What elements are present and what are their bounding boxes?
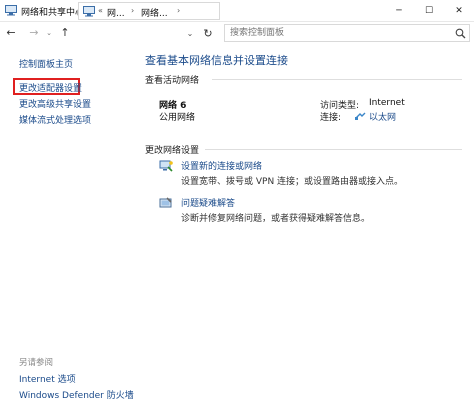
forward-arrow-icon: → <box>29 26 39 39</box>
window-title: 网络和共享中心 <box>21 8 85 18</box>
address-bar[interactable]: « 网... › 网络... › <box>78 2 220 20</box>
close-button[interactable]: ✕ <box>444 0 474 22</box>
refresh-icon: ↻ <box>203 26 213 40</box>
new-connection-icon <box>159 160 173 172</box>
minimize-icon: ─ <box>396 6 402 16</box>
section-divider <box>212 79 462 80</box>
setup-new-connection-description: 设置宽带、拨号或 VPN 连接；或设置路由器或接入点。 <box>181 177 404 187</box>
maximize-button[interactable]: ☐ <box>414 0 444 22</box>
search-icon[interactable] <box>455 28 466 39</box>
windows-defender-firewall-link[interactable]: Windows Defender 防火墙 <box>19 388 134 401</box>
internet-options-link[interactable]: Internet 选项 <box>19 372 76 385</box>
troubleshoot-problems-description: 诊断并修复网络问题，或者获得疑难解答信息。 <box>181 214 371 224</box>
ethernet-connection-link[interactable]: 以太网 <box>369 110 396 123</box>
access-type-value: Internet <box>369 98 405 108</box>
breadcrumb-separator-icon: › <box>177 6 181 15</box>
see-also-header: 另请参阅 <box>19 358 54 368</box>
breadcrumb-network-center[interactable]: 网络... <box>141 6 168 19</box>
title-bar: 网络和共享中心 ─ ☐ ✕ <box>0 0 474 22</box>
chevron-down-icon: ⌄ <box>186 28 194 38</box>
forward-button[interactable]: → <box>27 26 41 40</box>
breadcrumb-network-internet[interactable]: 网... <box>107 6 125 19</box>
network-type-link: 公用网络 <box>159 113 196 123</box>
back-arrow-icon: ← <box>6 26 16 39</box>
breadcrumb-separator-icon: › <box>131 6 135 15</box>
ethernet-icon <box>355 112 366 120</box>
overflow-chevron-icon[interactable]: « <box>98 6 103 15</box>
search-box[interactable] <box>224 24 470 42</box>
control-panel-home-link[interactable]: 控制面板主页 <box>19 57 73 70</box>
troubleshoot-icon <box>159 197 172 208</box>
change-network-settings-header: 更改网络设置 <box>145 146 200 156</box>
page-title: 查看基本网络信息并设置连接 <box>145 54 288 67</box>
close-icon: ✕ <box>455 6 463 16</box>
section-divider <box>205 149 462 150</box>
up-arrow-icon: ↑ <box>60 26 70 39</box>
network-center-icon <box>5 5 17 16</box>
troubleshoot-problems-link[interactable]: 问题疑难解答 <box>181 196 235 209</box>
active-networks-header: 查看活动网络 <box>145 76 200 86</box>
search-input[interactable] <box>230 25 450 41</box>
setup-new-connection-link[interactable]: 设置新的连接或网络 <box>181 159 262 172</box>
change-advanced-sharing-link[interactable]: 更改高级共享设置 <box>19 97 91 110</box>
minimize-button[interactable]: ─ <box>384 0 414 22</box>
change-adapter-settings-link[interactable]: 更改适配器设置 <box>19 81 82 94</box>
back-button[interactable]: ← <box>4 26 18 40</box>
refresh-button[interactable]: ↻ <box>200 24 216 42</box>
chevron-down-icon: ⌄ <box>46 29 52 37</box>
media-streaming-options-link[interactable]: 媒体流式处理选项 <box>19 113 91 126</box>
address-dropdown-button[interactable]: ⌄ <box>184 24 196 42</box>
up-button[interactable]: ↑ <box>58 26 72 40</box>
connections-label: 连接: <box>320 113 342 123</box>
maximize-icon: ☐ <box>424 6 434 16</box>
control-panel-icon <box>83 6 95 17</box>
recent-locations-button[interactable]: ⌄ <box>44 26 54 40</box>
